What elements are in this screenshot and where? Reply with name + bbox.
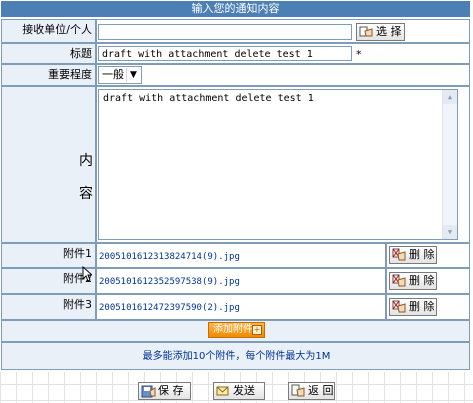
- back-button-label: 返 回: [308, 384, 334, 397]
- attachment-link-2[interactable]: 2005101612352597538(9).jpg: [99, 277, 240, 287]
- subject-label: 标题: [1, 43, 96, 64]
- content-label-char-1: 内: [79, 153, 93, 169]
- back-hand-icon: [291, 384, 305, 397]
- delete-button-label: 删 除: [409, 274, 435, 287]
- delete-hand-icon: [392, 248, 406, 261]
- scroll-up-icon[interactable]: ▲: [443, 90, 457, 104]
- add-attachment-button[interactable]: 添加附件 +: [208, 322, 265, 338]
- attachment-file-cell-2: 2005101612352597538(9).jpg: [96, 268, 386, 294]
- attachment-limit-note: 最多能添加10个附件，每个附件最大为1M: [142, 351, 331, 362]
- send-icon: [216, 386, 229, 396]
- required-mark: *: [356, 48, 362, 61]
- form-title: 输入您的通知内容: [1, 1, 470, 17]
- delete-button-label: 删 除: [409, 300, 435, 313]
- attachment-icon: +: [252, 325, 262, 335]
- send-button[interactable]: 发送: [213, 382, 265, 400]
- priority-cell: [96, 64, 470, 86]
- add-attachment-label: 添加附件: [213, 324, 253, 335]
- delete-attachment-button-2[interactable]: 删 除: [389, 272, 437, 290]
- priority-select[interactable]: 一般 ▼: [98, 66, 142, 84]
- save-button[interactable]: 保 存: [138, 382, 191, 400]
- back-button[interactable]: 返 回: [288, 382, 335, 400]
- delete-hand-icon: [392, 300, 406, 313]
- subject-input[interactable]: draft with attachment delete test 1: [98, 46, 352, 61]
- save-icon: [141, 385, 156, 398]
- content-textarea[interactable]: draft with attachment delete test 1 ▲ ▼: [98, 89, 458, 240]
- receiver-input[interactable]: [98, 24, 352, 40]
- notice-form: 输入您的通知内容 接收单位/个人 选 择 标题 draft with attac…: [0, 0, 473, 372]
- delete-attachment-button-3[interactable]: 删 除: [389, 298, 437, 316]
- dropdown-arrow-icon[interactable]: ▼: [126, 68, 140, 82]
- attachment-link-1[interactable]: 2005101612313824714(9).jpg: [99, 252, 240, 262]
- mouse-cursor-icon: [82, 266, 92, 282]
- content-label-char-2: 容: [79, 186, 93, 202]
- delete-hand-icon: [392, 274, 406, 287]
- scroll-down-icon[interactable]: ▼: [443, 225, 457, 239]
- send-button-label: 发送: [233, 384, 255, 397]
- priority-value: 一般: [102, 68, 124, 81]
- attachment-label-1: 附件1: [1, 243, 96, 268]
- select-button-label: 选 择: [376, 25, 402, 38]
- attachment-file-cell-3: 2005101612472397590(2).jpg: [96, 294, 386, 320]
- attachment-file-cell-1: 2005101612313824714(9).jpg: [96, 243, 386, 268]
- select-receiver-button[interactable]: 选 择: [356, 23, 405, 41]
- priority-label: 重要程度: [1, 64, 96, 86]
- delete-button-label: 删 除: [409, 248, 435, 261]
- content-scrollbar[interactable]: ▲ ▼: [442, 90, 457, 239]
- select-hand-icon: [359, 26, 373, 37]
- attachment-label-3: 附件3: [1, 294, 96, 320]
- delete-attachment-button-1[interactable]: 删 除: [389, 246, 437, 264]
- content-text: draft with attachment delete test 1: [103, 93, 314, 104]
- attachment-link-3[interactable]: 2005101612472397590(2).jpg: [99, 303, 240, 313]
- receiver-label: 接收单位/个人: [1, 19, 96, 43]
- save-button-label: 保 存: [158, 384, 184, 397]
